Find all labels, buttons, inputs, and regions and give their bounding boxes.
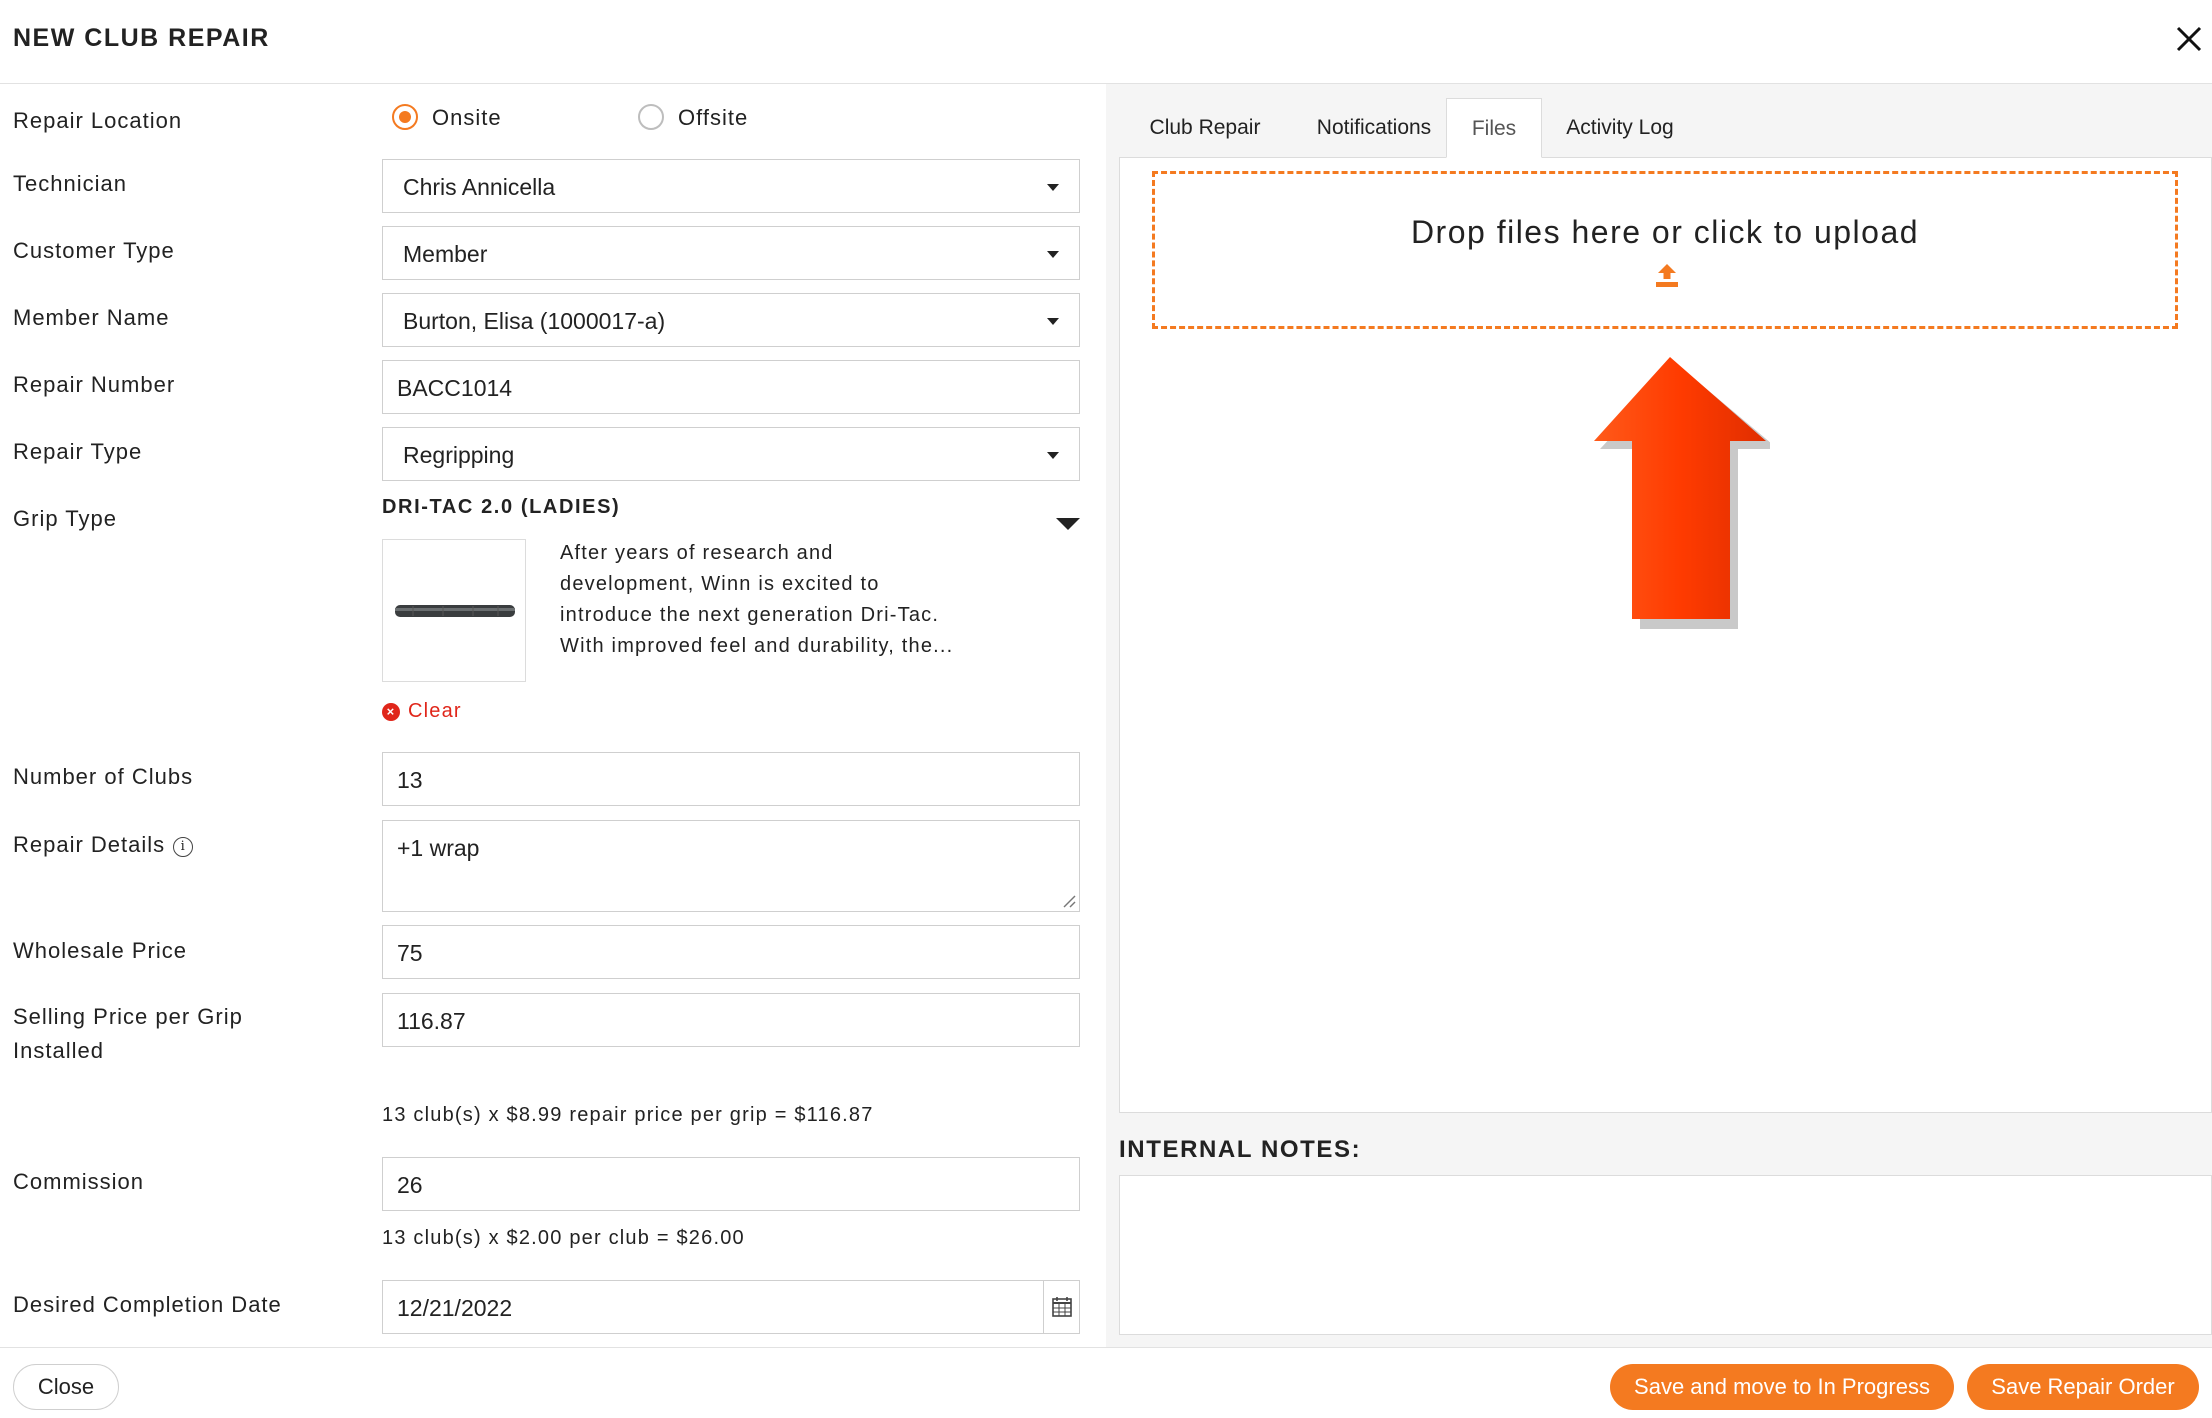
tab-files[interactable]: Files <box>1446 98 1542 158</box>
completion-date-label: Desired Completion Date <box>13 1292 282 1317</box>
completion-date-value: 12/21/2022 <box>397 1295 513 1321</box>
commission-input[interactable]: 26 <box>382 1157 1080 1211</box>
internal-notes-title: INTERNAL NOTES: <box>1119 1136 1362 1163</box>
selling-price-input[interactable]: 116.87 <box>382 993 1080 1047</box>
customer-type-select[interactable]: Member <box>382 226 1080 280</box>
dialog-header: NEW CLUB REPAIR <box>0 0 2212 84</box>
technician-select[interactable]: Chris Annicella <box>382 159 1080 213</box>
repair-number-value: BACC1014 <box>397 375 513 401</box>
wholesale-price-input[interactable]: 75 <box>382 925 1080 979</box>
completion-date-input[interactable]: 12/21/2022 <box>382 1280 1080 1334</box>
grip-description-line: With improved feel and durability, the..… <box>560 635 954 657</box>
member-name-value: Burton, Elisa (1000017-a) <box>403 308 666 334</box>
member-name-select[interactable]: Burton, Elisa (1000017-a) <box>382 293 1080 347</box>
close-button[interactable]: Close <box>13 1364 119 1410</box>
caret-down-icon <box>1047 452 1059 459</box>
radio-onsite-label[interactable]: Onsite <box>432 104 502 132</box>
info-icon[interactable]: i <box>173 837 194 857</box>
number-of-clubs-input[interactable]: 13 <box>382 752 1080 806</box>
repair-type-label: Repair Type <box>13 439 143 464</box>
selling-price-label-line: Selling Price per Grip <box>13 1004 243 1029</box>
tab-activity-log[interactable]: Activity Log <box>1552 98 1688 158</box>
close-icon[interactable] <box>2172 22 2206 56</box>
technician-label: Technician <box>13 171 127 196</box>
repair-type-select[interactable]: Regripping <box>382 427 1080 481</box>
commission-value: 26 <box>397 1172 423 1198</box>
number-of-clubs-value: 13 <box>397 767 423 793</box>
repair-details-textarea[interactable]: +1 wrap <box>382 820 1080 912</box>
selling-price-hint: 13 club(s) x $8.99 repair price per grip… <box>382 1104 874 1126</box>
commission-label: Commission <box>13 1169 145 1194</box>
radio-offsite-label[interactable]: Offsite <box>678 104 748 132</box>
file-dropzone[interactable]: Drop files here or click to upload <box>1152 171 2178 329</box>
resize-grip-icon[interactable] <box>1062 894 1076 908</box>
tab-club-repair[interactable]: Club Repair <box>1132 98 1278 158</box>
wholesale-price-label: Wholesale Price <box>13 938 187 963</box>
grip-clear-label: Clear <box>408 700 462 722</box>
grip-type-label: Grip Type <box>13 506 117 531</box>
repair-details-value: +1 wrap <box>397 835 480 861</box>
customer-type-value: Member <box>403 241 488 267</box>
repair-location-label: Repair Location <box>13 108 183 133</box>
dialog-title: NEW CLUB REPAIR <box>13 24 270 52</box>
radio-onsite[interactable] <box>392 104 418 130</box>
grip-image-icon <box>395 605 515 617</box>
wholesale-price-value: 75 <box>397 940 423 966</box>
caret-down-icon <box>1047 318 1059 325</box>
member-name-label: Member Name <box>13 305 170 330</box>
caret-down-icon <box>1047 251 1059 258</box>
tab-notifications[interactable]: Notifications <box>1292 98 1456 158</box>
upload-icon <box>1656 264 1678 287</box>
calendar-button[interactable] <box>1043 1281 1079 1333</box>
grip-description-line: After years of research and <box>560 542 834 564</box>
repair-details-label-text: Repair Details <box>13 832 166 857</box>
grip-clear-link[interactable]: × Clear <box>382 700 462 722</box>
caret-down-icon <box>1047 184 1059 191</box>
repair-details-label: Repair Details i <box>13 828 194 862</box>
selling-price-label-line: Installed <box>13 1038 104 1063</box>
technician-value: Chris Annicella <box>403 174 556 200</box>
grip-type-name: DRI-TAC 2.0 (LADIES) <box>382 496 621 518</box>
commission-hint: 13 club(s) x $2.00 per club = $26.00 <box>382 1227 745 1249</box>
grip-description-line: development, Winn is excited to <box>560 573 880 595</box>
selling-price-value: 116.87 <box>397 1008 466 1034</box>
radio-offsite[interactable] <box>638 104 664 130</box>
repair-type-value: Regripping <box>403 442 515 468</box>
clear-icon: × <box>382 703 400 721</box>
internal-notes-textarea[interactable] <box>1119 1175 2212 1335</box>
grip-thumbnail <box>382 539 526 682</box>
grip-description-line: introduce the next generation Dri-Tac. <box>560 604 940 626</box>
dialog-footer: Close Save and move to In Progress Save … <box>0 1347 2212 1418</box>
arrow-up-annotation-icon <box>1594 357 1770 629</box>
right-panel: Club Repair Notifications Files Activity… <box>1106 84 2212 1347</box>
grip-toggle-caret-icon[interactable] <box>1056 518 1080 530</box>
repair-number-input[interactable]: BACC1014 <box>382 360 1080 414</box>
files-tab-content: Drop files here or click to upload <box>1119 157 2212 1113</box>
calendar-icon <box>1052 1297 1072 1317</box>
dropzone-text: Drop files here or click to upload <box>1410 214 1920 250</box>
grip-description: After years of research and development,… <box>560 538 990 662</box>
number-of-clubs-label: Number of Clubs <box>13 764 194 789</box>
selling-price-label: Selling Price per Grip Installed <box>13 1000 243 1068</box>
save-repair-order-button[interactable]: Save Repair Order <box>1967 1364 2199 1410</box>
repair-number-label: Repair Number <box>13 372 176 397</box>
customer-type-label: Customer Type <box>13 238 175 263</box>
save-and-progress-button[interactable]: Save and move to In Progress <box>1610 1364 1954 1410</box>
